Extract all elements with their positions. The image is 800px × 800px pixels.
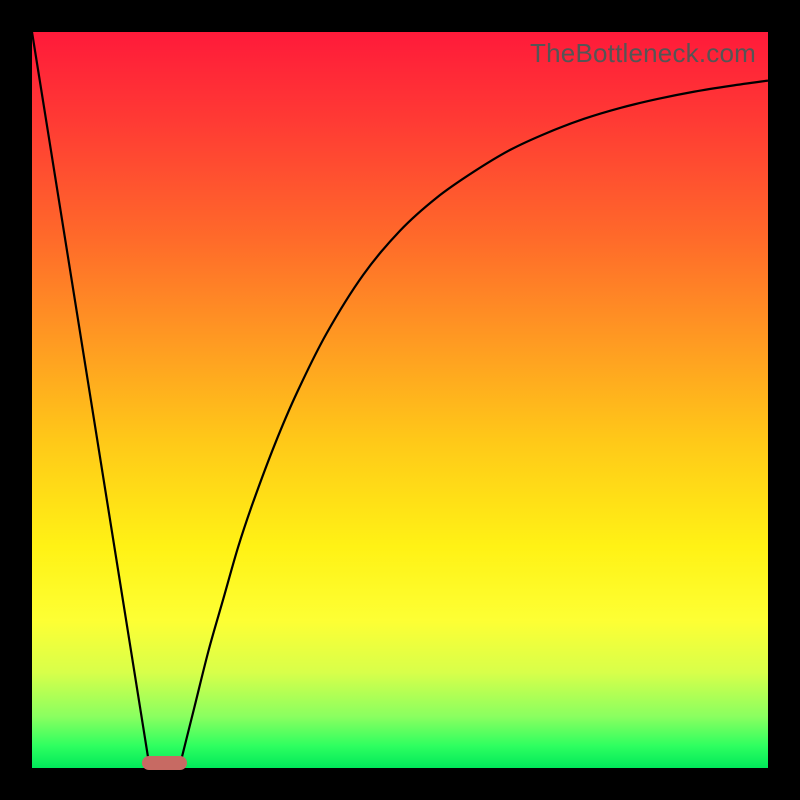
- chart-frame: TheBottleneck.com: [0, 0, 800, 800]
- plot-area: TheBottleneck.com: [32, 32, 768, 768]
- valley-mark: [142, 756, 186, 770]
- left-descent-line: [32, 32, 150, 768]
- curve-layer: [32, 32, 768, 768]
- right-curve-line: [179, 81, 768, 768]
